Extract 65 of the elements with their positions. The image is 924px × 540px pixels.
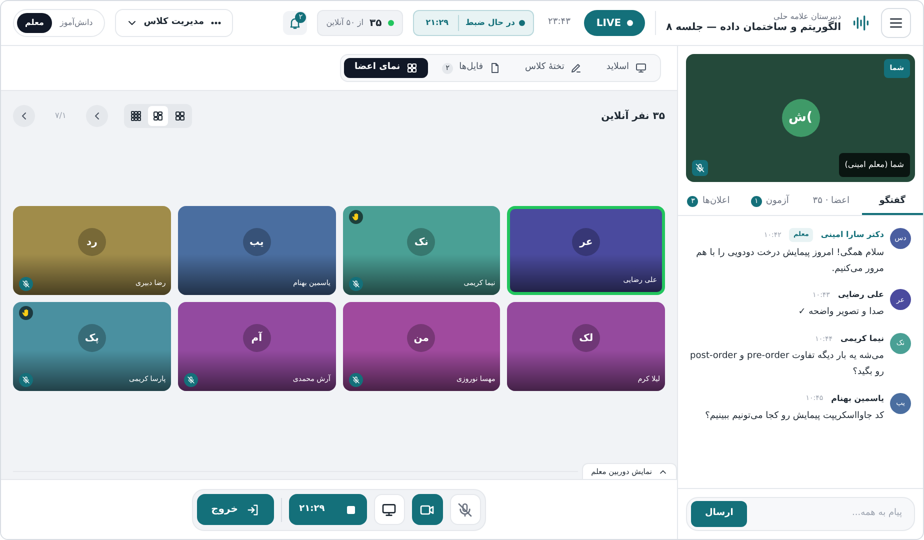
school-name: دبیرستان علامه حلی (772, 12, 841, 21)
sidebar-tab[interactable]: اعضا · ۳۵ (800, 190, 862, 215)
role-option[interactable]: دانش‌آموز (52, 13, 101, 33)
recording-label: در حال ضبط (465, 17, 516, 29)
stop-recording-button[interactable]: ۲۱:۲۹ (288, 494, 367, 525)
participant-avatar: من (407, 324, 436, 352)
message-author: دکتر سارا امینی (820, 228, 884, 241)
exit-button[interactable]: خروج (197, 494, 274, 525)
online-label: از ۵۰ آنلاین (326, 17, 364, 29)
mic-off-icon (352, 376, 360, 384)
live-badge: LIVE (584, 10, 646, 36)
sound-wave-icon (851, 13, 871, 33)
grid-icon (174, 110, 186, 122)
online-heading: ۳۵ نفر آنلاین (601, 108, 665, 124)
mic-off-icon (22, 280, 30, 288)
mic-off-icon (352, 280, 360, 288)
message-author: نیما کریمی (840, 333, 884, 345)
message-author: علی رضایی (838, 289, 884, 302)
role-option[interactable]: معلم (17, 13, 52, 33)
class-menu-button[interactable]: مدیریت کلاس (114, 9, 234, 37)
message-text: کد جاوااسکریپت پیمایش رو کجا می‌تونیم ببینیم؟ (705, 410, 884, 422)
exit-icon (246, 502, 260, 516)
participant-avatar: نک (407, 228, 436, 256)
dense-grid-icon (130, 110, 142, 122)
participant-avatar: لک (572, 324, 600, 352)
mic-off-icon (695, 163, 705, 173)
recording-time: ۲۱:۲۹ (424, 17, 450, 29)
menu-button[interactable] (881, 8, 911, 38)
page-indicator: ۷/۱ (54, 110, 68, 122)
microphone-button[interactable] (450, 494, 481, 525)
next-page-button[interactable] (13, 105, 35, 127)
participant-avatar: یب (242, 228, 271, 256)
pen-icon (570, 62, 582, 74)
self-avatar: ش( (782, 99, 820, 137)
monitor-icon (635, 62, 647, 74)
message-text: می‌شه یه بار دیگه تفاوت pre-order و post-order رو بگید؟ (690, 349, 884, 379)
message-author: یاسمین بهنام (831, 392, 884, 404)
file-icon (489, 62, 501, 74)
participant-avatar: رد (78, 228, 106, 256)
self-name-label: شما (معلم امینی) (838, 153, 910, 177)
message-input-field[interactable]: پیام به همه... ارسال (686, 497, 915, 531)
bell-icon (288, 16, 302, 30)
message-text: سلام همگی! امروز پیمایش درخت دودویی را با هم مرور می‌کنیم. (695, 246, 884, 276)
online-count: ۳۵ (370, 16, 382, 30)
message-text: صدا و تصویر واضحه ✓ (798, 306, 884, 320)
participant-avatar: پک (78, 324, 106, 352)
sidebar-tab[interactable]: گفتگو (862, 190, 923, 215)
tiles-icon (152, 110, 164, 122)
layout-option[interactable] (148, 106, 168, 126)
mic-off-icon (457, 502, 474, 518)
view-tab[interactable]: اسلاید (596, 58, 657, 78)
grid-icon (406, 62, 418, 74)
view-tab[interactable]: تختهٔ کلاس (515, 58, 592, 78)
view-tab[interactable]: نمای اعضا (344, 58, 428, 78)
clock: ۲۳:۴۳ (547, 16, 572, 30)
screen-share-button[interactable] (374, 494, 405, 525)
mic-off-icon (186, 376, 195, 384)
mic-off-icon (22, 376, 30, 384)
session-title: الگوریتم و ساختمان داده — جلسه ۸ (666, 22, 841, 34)
camera-button[interactable] (412, 494, 443, 525)
participant-avatar: عر (572, 228, 600, 256)
stop-icon (344, 504, 357, 516)
send-button[interactable]: ارسال (691, 501, 748, 527)
monitor-icon (381, 502, 398, 518)
participant-avatar: آم (242, 324, 271, 352)
